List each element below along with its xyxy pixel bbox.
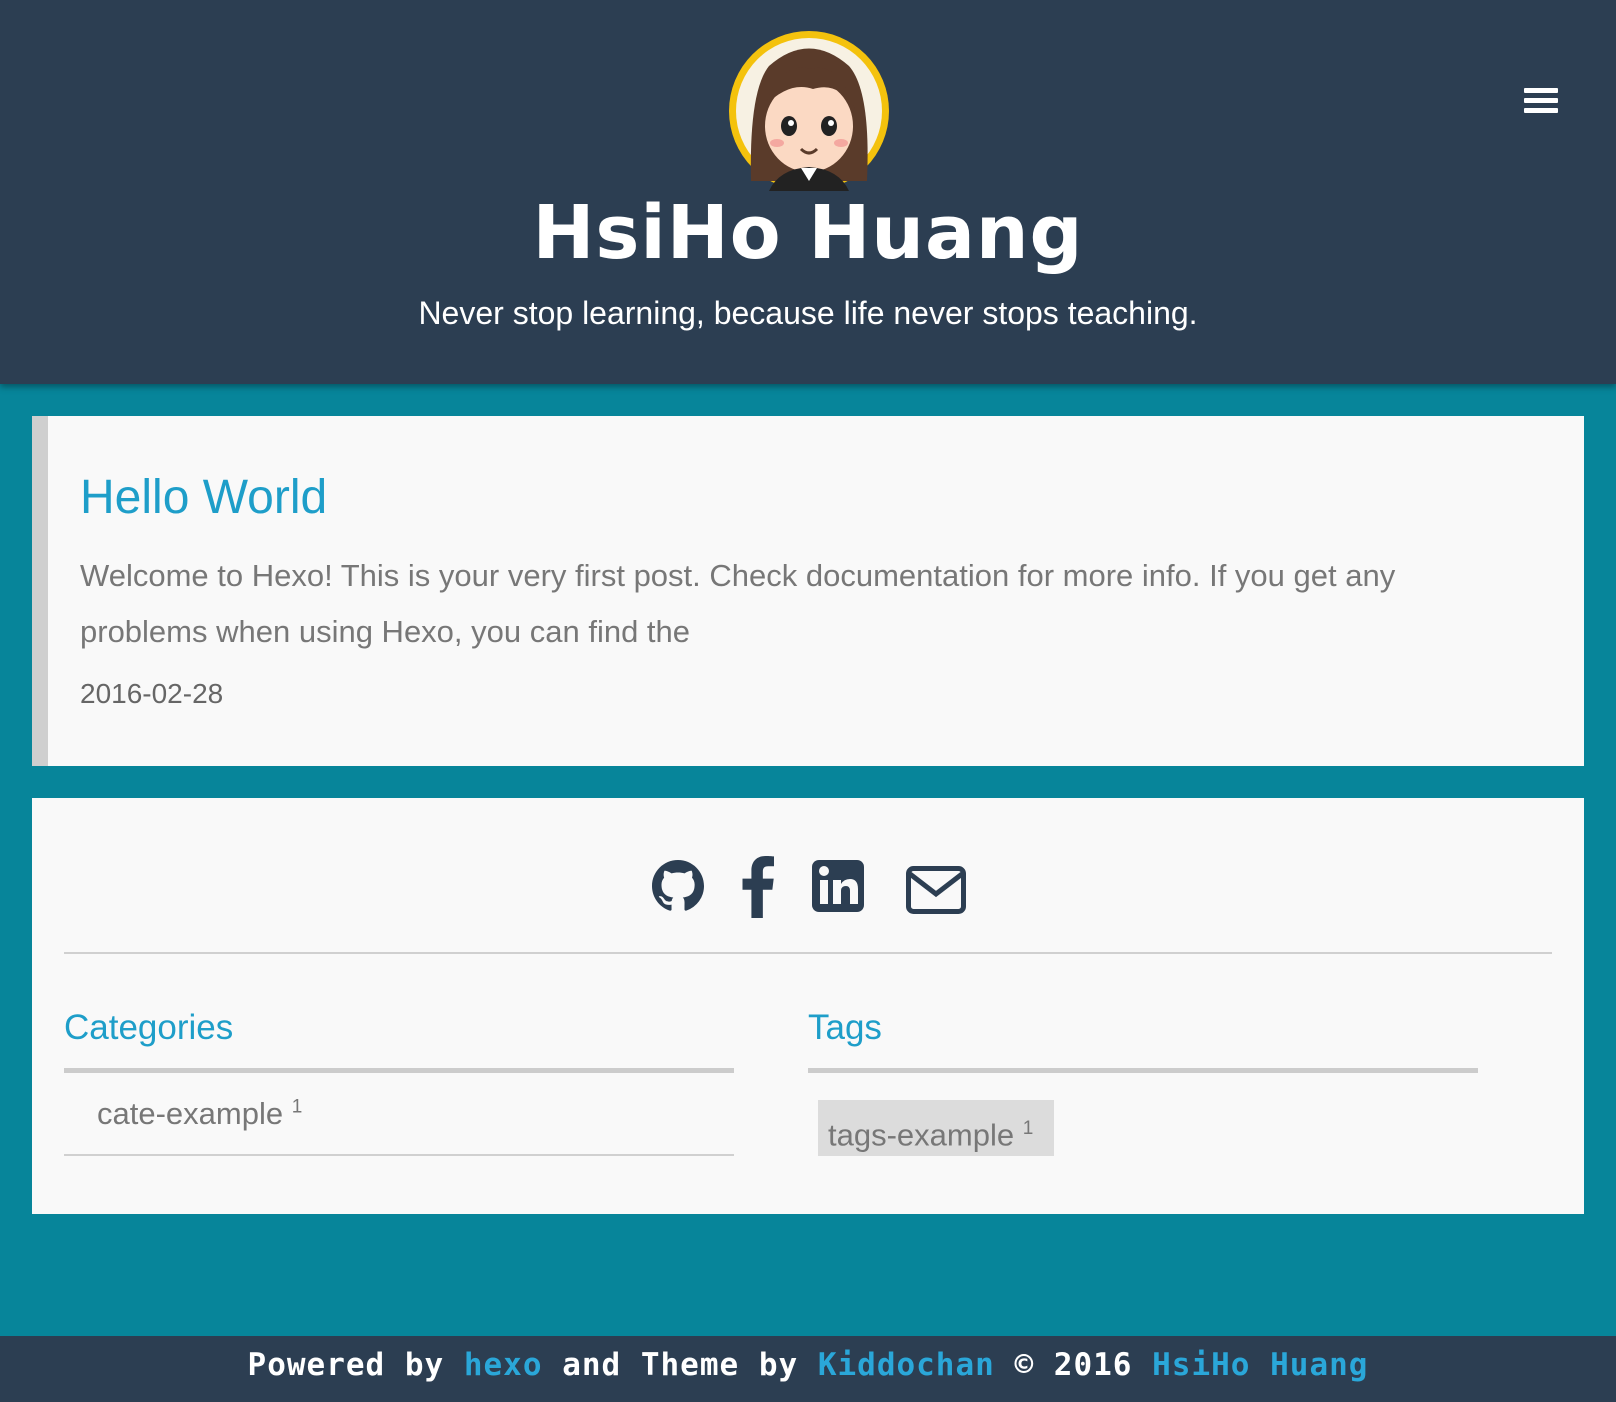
footer-powered-by: Powered by: [247, 1347, 445, 1383]
post-title-link[interactable]: Hello World: [80, 470, 327, 525]
categories-heading-rule: [64, 1068, 734, 1073]
footer-hexo-link[interactable]: hexo: [464, 1347, 543, 1383]
tags-heading-rule: [808, 1068, 1478, 1073]
category-name[interactable]: cate-example: [97, 1096, 283, 1131]
tag-name[interactable]: tags-example: [828, 1117, 1014, 1152]
tags-heading: Tags: [808, 1008, 882, 1047]
category-item-rule: [64, 1154, 734, 1156]
categories-heading: Categories: [64, 1008, 234, 1047]
footer-theme-by: and Theme by: [562, 1347, 799, 1383]
site-header: HsiHo Huang Never stop learning, because…: [0, 0, 1616, 384]
site-subtitle: Never stop learning, because life never …: [418, 295, 1198, 331]
category-count: 1: [291, 1096, 303, 1118]
hamburger-menu-icon[interactable]: [1524, 88, 1558, 116]
post-card-accent-bar: [32, 416, 48, 766]
github-icon[interactable]: [652, 860, 704, 920]
info-divider: [64, 952, 1552, 954]
tag-count: 1: [1022, 1118, 1034, 1139]
linkedin-icon[interactable]: [812, 860, 864, 920]
footer-theme-author-link[interactable]: Kiddochan: [818, 1347, 995, 1383]
site-footer: Powered by hexo and Theme by Kiddochan ©…: [0, 1336, 1616, 1402]
avatar[interactable]: [729, 31, 889, 191]
footer-owner-link[interactable]: HsiHo Huang: [1152, 1347, 1368, 1383]
tag-item[interactable]: tags-example 1: [818, 1100, 1054, 1156]
post-excerpt: Welcome to Hexo! This is your very first…: [80, 558, 1396, 649]
post-date: 2016-02-28: [80, 678, 224, 709]
footer-copyright: © 2016: [1014, 1347, 1133, 1383]
info-card: [32, 798, 1584, 1214]
category-item[interactable]: cate-example 1: [97, 1096, 302, 1132]
email-icon[interactable]: [906, 866, 966, 926]
site-title[interactable]: HsiHo Huang: [0, 190, 1616, 276]
facebook-icon[interactable]: [742, 856, 774, 918]
